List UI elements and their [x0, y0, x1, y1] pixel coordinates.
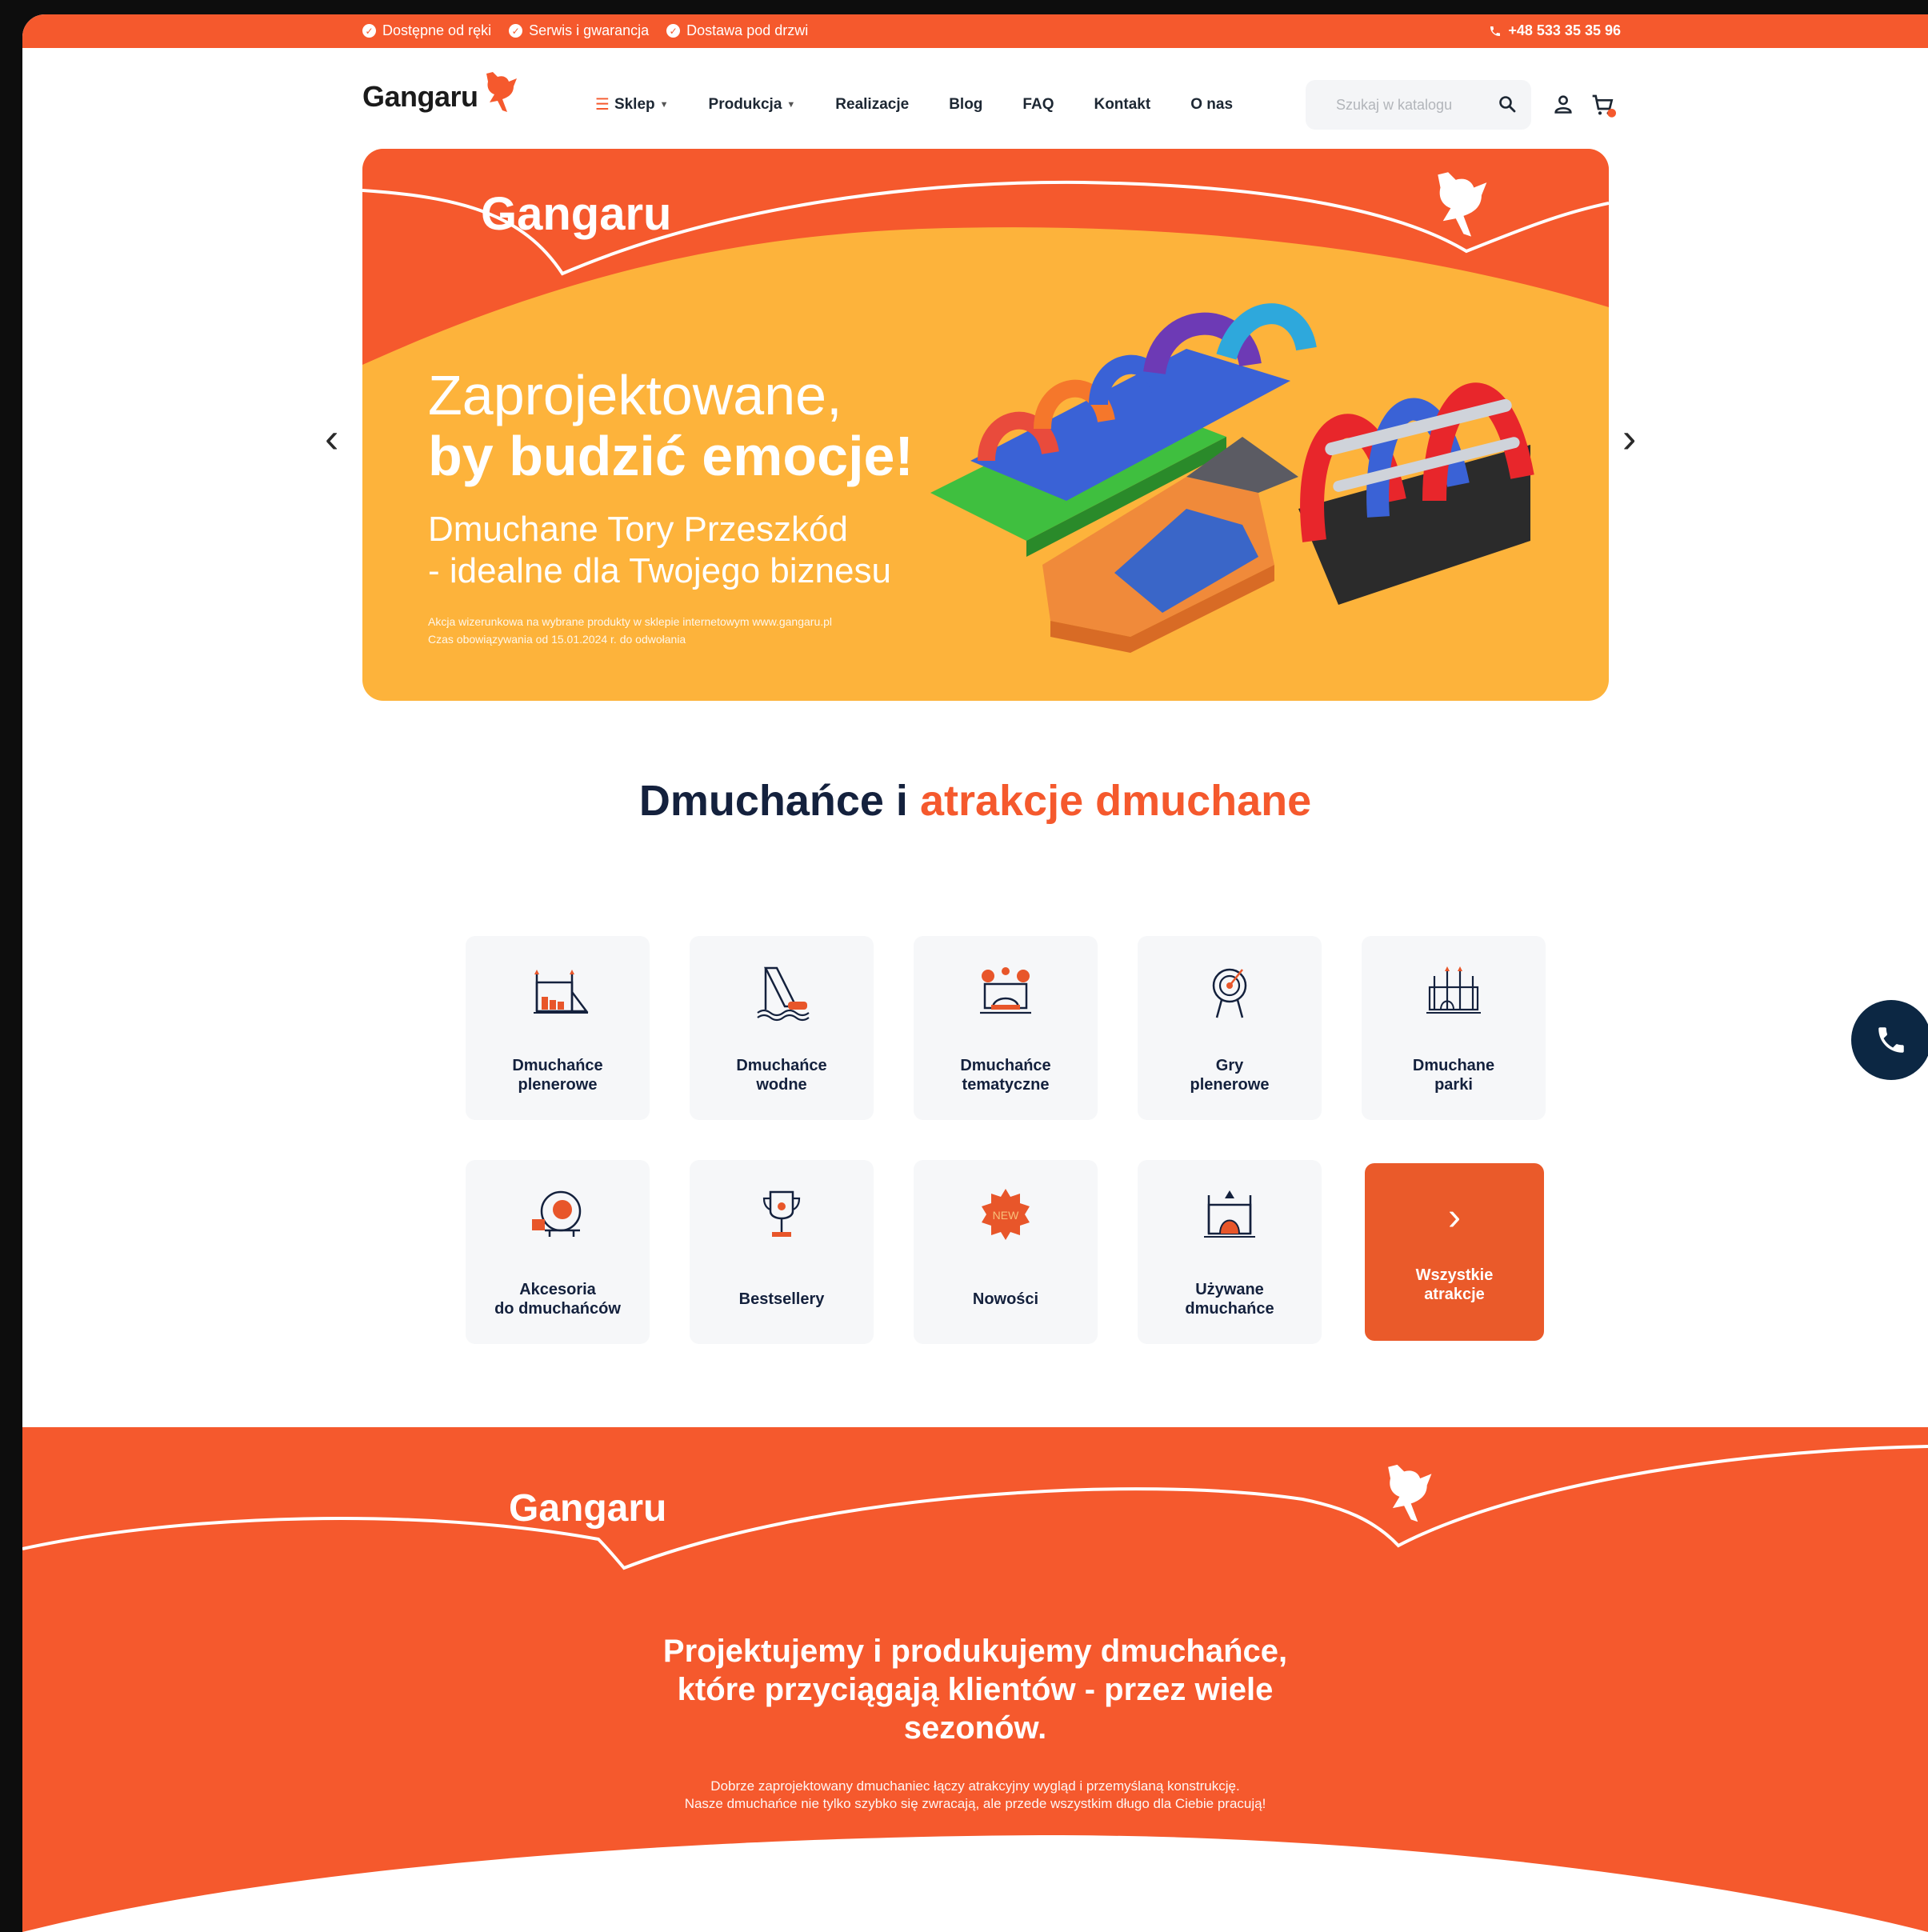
hero-headline-bold: by budzić emocje!	[428, 425, 914, 487]
page: ✓ Dostępne od ręki ✓ Serwis i gwarancja ✓ D…	[22, 14, 1928, 1932]
call-us-button[interactable]	[1851, 1000, 1928, 1080]
hero-banner[interactable]: Gangaru Zaprojektowane, by budzić emocje…	[362, 149, 1609, 701]
fineprint-line: Czas obowiązywania od 15.01.2024 r. do o…	[428, 633, 686, 646]
search-input[interactable]	[1336, 96, 1496, 114]
perk-label: Dostępne od ręki	[382, 22, 492, 38]
tile-label: Dmuchańce tematyczne	[960, 1057, 1051, 1094]
inflatable-obstacle-course-image	[930, 303, 1534, 653]
category-tile-accessories[interactable]: Akcesoria do dmuchańców	[466, 1160, 650, 1344]
blower-icon	[532, 1190, 582, 1237]
search-box	[1306, 80, 1531, 130]
chevron-down-icon: ▼	[786, 99, 796, 110]
nav-faq[interactable]: FAQ	[1022, 94, 1054, 114]
water-slide-icon	[757, 966, 810, 1022]
about-section: Gangaru Projektujemy i produkujemy dmuch…	[22, 1427, 1928, 1932]
kangaroo-icon	[1388, 1464, 1432, 1522]
carousel-prev-arrow[interactable]: ‹	[325, 414, 338, 462]
perk-item: ✓ Serwis i gwarancja	[509, 22, 649, 39]
phone-link[interactable]: +48 533 35 35 96	[1489, 22, 1621, 39]
bouncy-castle-icon	[534, 970, 589, 1014]
svg-text:NEW: NEW	[993, 1209, 1019, 1222]
tile-label: Gry plenerowe	[1190, 1057, 1270, 1094]
section-title-accent: atrakcje dmuchane	[919, 777, 1312, 825]
tile-label: Akcesoria do dmuchańców	[494, 1281, 621, 1318]
search-icon[interactable]	[1498, 94, 1517, 114]
nav-shop[interactable]: ☰ Sklep ▼	[595, 94, 669, 114]
inflatable-park-icon	[1426, 966, 1481, 1014]
kangaroo-icon	[1438, 172, 1487, 237]
perk-label: Dostawa pod drzwi	[686, 22, 809, 38]
cart-icon[interactable]	[1590, 93, 1616, 118]
used-inflatable-icon	[1204, 1190, 1255, 1238]
nav-realizations[interactable]: Realizacje	[835, 94, 909, 114]
perks-list: ✓ Dostępne od ręki ✓ Serwis i gwarancja ✓ D…	[362, 22, 808, 39]
phone-icon	[1878, 1027, 1904, 1053]
nav-label: FAQ	[1022, 95, 1054, 113]
about-logo: Gangaru	[509, 1487, 667, 1530]
tile-label: Wszystkie atrakcje	[1415, 1266, 1494, 1303]
section-title-dark: Dmuchańce i	[638, 777, 920, 825]
nav-label: Sklep	[614, 95, 655, 113]
tile-label: Bestsellery	[738, 1290, 825, 1308]
nav-label: Realizacje	[835, 95, 910, 113]
tile-label: Używane dmuchańce	[1185, 1281, 1274, 1318]
hero-subhead-line: - idealne dla Twojego biznesu	[428, 551, 891, 590]
trophy-icon	[762, 1190, 801, 1237]
site-header: Gangaru ☰ Sklep ▼ Produkcja ▼ Realizacje Bl…	[22, 48, 1928, 144]
target-icon	[1212, 968, 1247, 1018]
nav-production[interactable]: Produkcja ▼	[709, 94, 796, 114]
about-title: Projektujemy i produkujemy dmuchańce, kt…	[662, 1634, 1288, 1746]
category-tile-outdoor-inflatables[interactable]: Dmuchańce plenerowe	[466, 936, 650, 1120]
phone-icon	[1490, 26, 1501, 36]
main-nav: ☰ Sklep ▼ Produkcja ▼ Realizacje Blog FAQ K…	[595, 94, 1233, 114]
nav-about[interactable]: O nas	[1190, 94, 1233, 114]
hero-fineprint: Akcja wizerunkowa na wybrane produkty w …	[428, 613, 832, 648]
top-info-bar: ✓ Dostępne od ręki ✓ Serwis i gwarancja ✓ D…	[22, 14, 1928, 48]
user-icon[interactable]	[1552, 93, 1574, 115]
check-icon: ✓	[666, 24, 681, 38]
tile-label: Nowości	[972, 1290, 1039, 1308]
nav-label: Blog	[949, 95, 983, 113]
nav-blog[interactable]: Blog	[949, 94, 982, 114]
tile-label: Dmuchańce wodne	[736, 1057, 827, 1094]
category-tile-water-inflatables[interactable]: Dmuchańce wodne	[690, 936, 874, 1120]
category-tile-outdoor-games[interactable]: Gry plenerowe	[1138, 936, 1322, 1120]
hero-logo: Gangaru	[481, 188, 672, 240]
category-tile-used[interactable]: Używane dmuchańce	[1138, 1160, 1322, 1344]
themed-inflatable-icon	[980, 967, 1031, 1014]
nav-label: O nas	[1190, 95, 1234, 113]
hero-subheadline: Dmuchane Tory Przeszkód - idealne dla Tw…	[428, 509, 988, 592]
check-icon: ✓	[509, 24, 523, 38]
carousel-next-arrow[interactable]: ›	[1622, 414, 1636, 462]
new-badge-icon: NEW	[982, 1189, 1030, 1240]
nav-contact[interactable]: Kontakt	[1094, 94, 1150, 114]
chevron-down-icon: ▼	[659, 99, 669, 110]
menu-icon: ☰	[595, 96, 610, 114]
tile-label: Dmuchańce plenerowe	[512, 1057, 603, 1094]
tile-label: Dmuchane parki	[1412, 1057, 1495, 1094]
phone-number: +48 533 35 35 96	[1508, 22, 1621, 38]
site-logo[interactable]: Gangaru	[362, 80, 478, 114]
perk-item: ✓ Dostępne od ręki	[362, 22, 491, 39]
kangaroo-logo-icon	[486, 72, 517, 112]
about-text: Dobrze zaprojektowany dmuchaniec łączy a…	[684, 1778, 1266, 1811]
section-title: Dmuchańce i atrakcje dmuchane	[22, 776, 1928, 826]
category-tile-new[interactable]: NEW Nowości	[914, 1160, 1098, 1344]
hero-headline-light: Zaprojektowane,	[428, 364, 842, 426]
perk-label: Serwis i gwarancja	[529, 22, 650, 38]
fineprint-line: Akcja wizerunkowa na wybrane produkty w …	[428, 615, 833, 628]
category-tile-inflatable-parks[interactable]: Dmuchane parki	[1362, 936, 1546, 1120]
hero-subhead-line: Dmuchane Tory Przeszkód	[428, 510, 848, 549]
category-tile-all-attractions[interactable]: › Wszystkie atrakcje	[1365, 1163, 1544, 1341]
nav-label: Produkcja	[708, 95, 782, 113]
category-tile-bestsellers[interactable]: Bestsellery	[690, 1160, 874, 1344]
category-tile-themed-inflatables[interactable]: Dmuchańce tematyczne	[914, 936, 1098, 1120]
perk-item: ✓ Dostawa pod drzwi	[666, 22, 808, 39]
chevron-right-icon: ›	[1448, 1196, 1461, 1238]
check-icon: ✓	[362, 24, 376, 38]
nav-label: Kontakt	[1094, 95, 1151, 113]
